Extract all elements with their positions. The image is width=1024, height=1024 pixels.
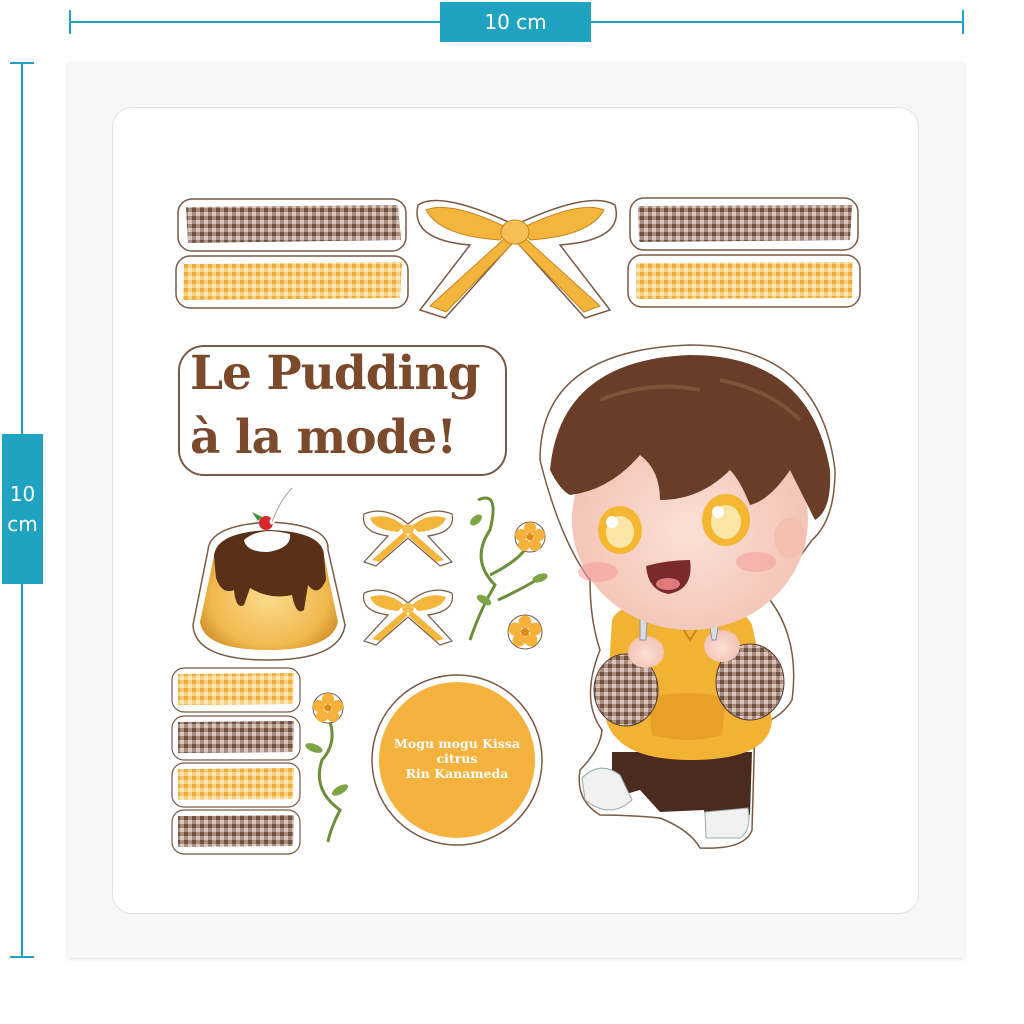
flower-icon xyxy=(514,521,546,553)
title-line-2: à la mode! xyxy=(190,410,457,465)
flower-icon xyxy=(312,692,344,724)
flower-vine-right xyxy=(464,492,548,650)
washi-tape-yellow-top-right xyxy=(627,254,861,308)
washi-tape-brown-top-right xyxy=(629,197,859,251)
credit-line-1: Mogu mogu Kissa xyxy=(394,736,520,751)
credit-line-2: citrus xyxy=(436,751,478,766)
washi-tape-yellow-small-1 xyxy=(171,667,301,713)
ribbon-bow-small-top xyxy=(362,510,454,567)
credit-line-3: Rin Kanameda xyxy=(405,766,509,781)
sticker-artwork xyxy=(171,197,861,855)
ribbon-bow-large xyxy=(416,199,617,319)
washi-tape-brown-small-1 xyxy=(171,715,301,761)
chibi-character xyxy=(539,344,836,849)
washi-tape-brown-small-2 xyxy=(171,809,301,855)
pudding-illustration xyxy=(192,485,346,661)
ribbon-bow-small-bottom xyxy=(362,589,454,646)
washi-tape-yellow-top-left xyxy=(175,255,409,309)
flower-vine-left xyxy=(305,692,349,848)
title-line-1: Le Pudding xyxy=(190,346,480,401)
credit-text: Mogu mogu Kissa citrus Rin Kanameda xyxy=(372,736,542,781)
right-eye xyxy=(702,494,750,546)
flower-icon xyxy=(507,614,543,650)
washi-tape-brown-top-left xyxy=(177,198,407,252)
left-eye xyxy=(598,506,642,554)
washi-tape-yellow-small-2 xyxy=(171,762,301,808)
